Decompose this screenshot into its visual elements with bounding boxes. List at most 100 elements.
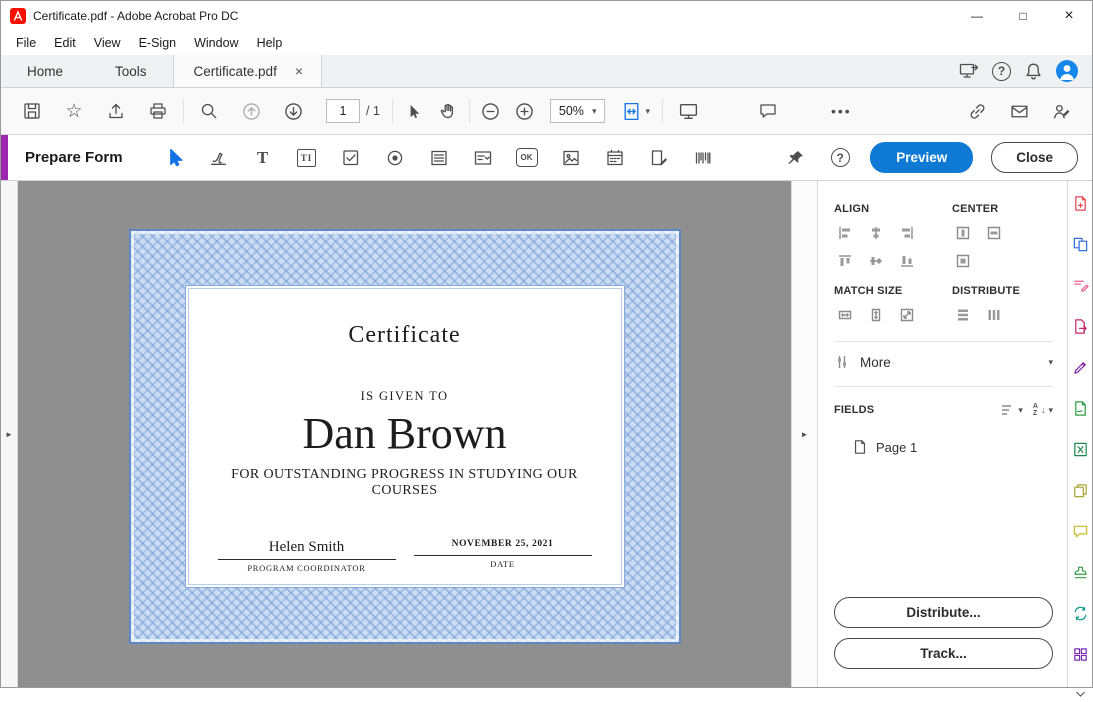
align-left-button[interactable] (834, 223, 856, 243)
certificate-given-to: IS GIVEN TO (206, 389, 604, 404)
select-tool-button[interactable] (403, 100, 425, 122)
export-excel-icon[interactable] (1072, 441, 1089, 458)
prepare-form-toolbar: Prepare Form T TI OK ? Preview Close (1, 135, 1092, 181)
text-field-tool-button[interactable]: TI (295, 146, 319, 170)
date-field-tool-button[interactable] (603, 146, 627, 170)
tab-tools[interactable]: Tools (89, 55, 173, 87)
tab-home[interactable]: Home (1, 55, 89, 87)
more-rail-tools-icon[interactable] (1072, 646, 1089, 663)
edit-pdf-icon[interactable] (1072, 277, 1089, 294)
distribute-vertically-button[interactable] (952, 305, 974, 325)
star-favorite-button[interactable]: ☆ (63, 100, 85, 122)
previous-page-button[interactable] (240, 100, 262, 122)
close-prepare-form-button[interactable]: Close (991, 142, 1078, 173)
share-screen-icon[interactable] (958, 60, 980, 82)
match-size-section-label: MATCH SIZE (834, 285, 952, 297)
next-page-button[interactable] (282, 100, 304, 122)
close-window-button[interactable]: × (1046, 1, 1092, 31)
right-panel-arrow-icon: ► (801, 430, 809, 439)
zoom-out-button[interactable] (480, 100, 502, 122)
fill-sign-icon[interactable] (1072, 359, 1089, 376)
help-icon[interactable]: ? (992, 62, 1011, 81)
center-horizontally-button[interactable] (952, 223, 974, 243)
radio-field-tool-button[interactable] (383, 146, 407, 170)
align-bottom-button[interactable] (896, 251, 918, 271)
fit-width-button[interactable]: ▾ (621, 101, 650, 122)
combine-files-icon[interactable] (1072, 236, 1089, 253)
track-button[interactable]: Track... (834, 638, 1053, 669)
align-center-button[interactable] (865, 223, 887, 243)
link-button[interactable] (966, 100, 988, 122)
center-vertically-button[interactable] (983, 223, 1005, 243)
match-width-button[interactable] (834, 305, 856, 325)
preview-button[interactable]: Preview (870, 142, 973, 173)
email-button[interactable] (1008, 100, 1030, 122)
dropdown-field-tool-button[interactable] (471, 146, 495, 170)
comment-tool-icon[interactable] (1072, 523, 1089, 540)
menu-window[interactable]: Window (185, 33, 247, 53)
align-right-button[interactable] (896, 223, 918, 243)
form-select-tool-button[interactable] (163, 146, 187, 170)
maximize-button[interactable]: □ (1000, 1, 1046, 31)
align-middle-button[interactable] (865, 251, 887, 271)
button-field-tool-button[interactable]: OK (515, 146, 539, 170)
zoom-in-button[interactable] (514, 100, 536, 122)
sign-account-button[interactable] (1050, 100, 1072, 122)
more-options-row[interactable]: More ▾ (834, 354, 1053, 370)
match-height-button[interactable] (865, 305, 887, 325)
menu-help[interactable]: Help (248, 33, 292, 53)
print-button[interactable] (147, 100, 169, 122)
sort-order-button[interactable]: ▾ (1000, 403, 1023, 417)
image-field-tool-button[interactable] (559, 146, 583, 170)
minimize-button[interactable]: — (954, 1, 1000, 31)
reading-mode-button[interactable] (677, 100, 699, 122)
align-top-button[interactable] (834, 251, 856, 271)
compress-pdf-icon[interactable] (1072, 482, 1089, 499)
signature-field-tool-button[interactable] (207, 146, 231, 170)
sort-alphabetical-button[interactable]: AZ ↓ ▾ (1033, 403, 1053, 417)
menu-edit[interactable]: Edit (45, 33, 85, 53)
search-zoom-tool-button[interactable] (198, 100, 220, 122)
create-pdf-icon[interactable] (1072, 195, 1089, 212)
comment-button[interactable] (757, 100, 779, 122)
stamp-tool-icon[interactable] (1072, 564, 1089, 581)
more-tools-button[interactable]: ••• (831, 103, 852, 119)
digital-signature-tool-button[interactable] (647, 146, 671, 170)
share-upload-button[interactable] (105, 100, 127, 122)
rail-expand-chevron-icon[interactable] (1073, 687, 1088, 702)
hand-tool-button[interactable] (437, 100, 459, 122)
page-number-input[interactable] (326, 99, 360, 123)
pin-panel-button[interactable] (784, 146, 808, 170)
menu-view[interactable]: View (85, 33, 130, 53)
acrobat-window: Certificate.pdf - Adobe Acrobat Pro DC —… (0, 0, 1093, 688)
right-panel-toggle[interactable]: ► (791, 181, 817, 687)
distribute-button[interactable]: Distribute... (834, 597, 1053, 628)
tools-rail (1067, 181, 1092, 687)
tab-close-icon[interactable]: × (291, 63, 307, 79)
menu-esign[interactable]: E-Sign (130, 33, 186, 53)
prepare-form-help-button[interactable]: ? (828, 146, 852, 170)
checkbox-field-tool-button[interactable] (339, 146, 363, 170)
zoom-level-select[interactable]: 50% ▾ (550, 99, 606, 123)
match-both-button[interactable] (896, 305, 918, 325)
fields-page-item[interactable]: Page 1 (834, 439, 1053, 455)
list-box-field-tool-button[interactable] (427, 146, 451, 170)
page-icon (852, 439, 868, 455)
zoom-level-value: 50% (559, 104, 584, 118)
menu-file[interactable]: File (7, 33, 45, 53)
notifications-bell-icon[interactable] (1023, 61, 1044, 82)
save-button[interactable] (21, 100, 43, 122)
add-text-tool-button[interactable]: T (251, 146, 275, 170)
send-for-review-icon[interactable] (1072, 605, 1089, 622)
center-both-button[interactable] (952, 251, 974, 271)
user-avatar[interactable] (1056, 60, 1078, 82)
barcode-field-tool-button[interactable] (691, 146, 715, 170)
tab-bar: Home Tools Certificate.pdf × ? (1, 55, 1092, 88)
tab-document[interactable]: Certificate.pdf × (173, 55, 322, 87)
certificate-page[interactable]: Certificate IS GIVEN TO Dan Brown FOR OU… (129, 229, 681, 644)
left-panel-toggle[interactable]: ► (1, 181, 18, 687)
distribute-horizontally-button[interactable] (983, 305, 1005, 325)
document-canvas[interactable]: Certificate IS GIVEN TO Dan Brown FOR OU… (18, 181, 791, 687)
request-signatures-icon[interactable] (1072, 400, 1089, 417)
export-pdf-icon[interactable] (1072, 318, 1089, 335)
